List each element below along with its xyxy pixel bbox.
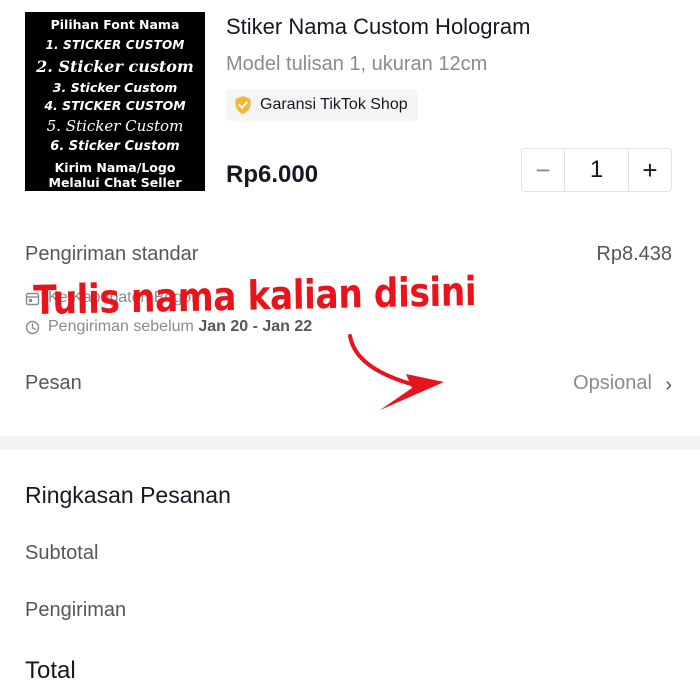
order-summary-title: Ringkasan Pesanan bbox=[25, 482, 231, 508]
shield-check-icon bbox=[235, 96, 251, 114]
product-image-line: 5. Sticker Custom bbox=[46, 117, 184, 135]
product-image-line: Pilihan Font Nama bbox=[50, 17, 180, 32]
quantity-value[interactable]: 1 bbox=[564, 149, 629, 191]
shipping-cost: Rp8.438 bbox=[596, 243, 672, 265]
total-label: Total bbox=[25, 657, 76, 684]
chevron-right-icon: › bbox=[665, 374, 672, 396]
product-price: Rp6.000 bbox=[226, 161, 319, 188]
decrease-quantity-button[interactable]: − bbox=[522, 149, 564, 191]
product-variant[interactable]: Model tulisan 1, ukuran 12cm bbox=[226, 53, 487, 76]
guarantee-label: Garansi TikTok Shop bbox=[260, 96, 408, 113]
product-image[interactable]: Pilihan Font Nama 1. STICKER CUSTOM 2. S… bbox=[25, 12, 205, 191]
shipping-method-label[interactable]: Pengiriman standar bbox=[25, 243, 198, 266]
section-divider bbox=[0, 436, 700, 450]
guarantee-badge: Garansi TikTok Shop bbox=[226, 89, 418, 121]
shipping-eta-dates: Jan 20 - Jan 22 bbox=[198, 318, 313, 335]
product-image-line: 1. STICKER CUSTOM bbox=[45, 38, 185, 52]
quantity-stepper: − 1 + bbox=[521, 148, 672, 192]
product-image-line: 3. Sticker Custom bbox=[52, 80, 178, 95]
increase-quantity-button[interactable]: + bbox=[629, 149, 671, 191]
message-placeholder: Opsional bbox=[573, 372, 652, 394]
product-image-line: Melalui Chat Seller bbox=[48, 175, 182, 190]
product-title: Stiker Nama Custom Hologram bbox=[226, 14, 531, 39]
subtotal-label: Subtotal bbox=[25, 542, 99, 564]
message-label: Pesan bbox=[25, 372, 82, 394]
product-image-line: Kirim Nama/Logo bbox=[54, 160, 176, 175]
handwritten-annotation: Tulis nama kalian disini bbox=[33, 269, 477, 324]
annotation-arrow-icon bbox=[348, 334, 444, 410]
product-image-line: 6. Sticker Custom bbox=[50, 139, 180, 154]
summary-shipping-label: Pengiriman bbox=[25, 599, 127, 621]
product-image-line: 4. STICKER CUSTOM bbox=[44, 98, 186, 113]
product-image-line: 2. Sticker custom bbox=[36, 57, 194, 76]
